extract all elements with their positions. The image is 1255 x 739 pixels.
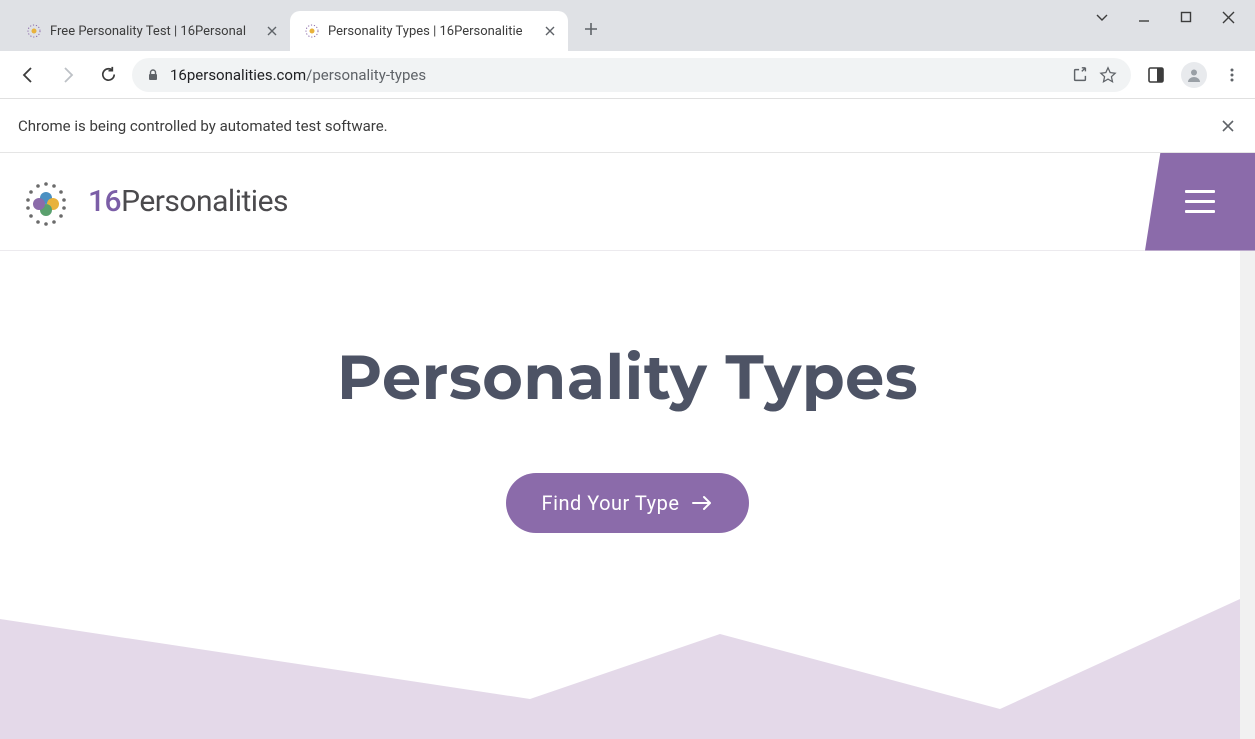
bookmark-star-icon[interactable] <box>1099 66 1117 84</box>
forward-button <box>52 59 84 91</box>
close-infobar-icon[interactable] <box>1219 117 1237 135</box>
page-title: Personality Types <box>0 339 1255 415</box>
logo-prefix: 16 <box>88 184 121 219</box>
address-toolbar: 16personalities.com/personality-types <box>0 51 1255 99</box>
tab-1[interactable]: Personality Types | 16Personalitie <box>290 11 568 51</box>
new-tab-button[interactable] <box>576 14 606 44</box>
find-your-type-button[interactable]: Find Your Type <box>506 473 750 533</box>
favicon-icon <box>26 23 42 39</box>
close-window-icon[interactable] <box>1219 8 1237 26</box>
page-viewport: 16Personalities Personality Types Find Y… <box>0 153 1255 739</box>
tab-0[interactable]: Free Personality Test | 16Personal <box>12 11 290 51</box>
minimize-window-icon[interactable] <box>1135 8 1153 26</box>
url-host: 16personalities.com <box>170 66 306 84</box>
window-controls <box>1093 0 1255 51</box>
tabs-container: Free Personality Test | 16Personal Perso… <box>0 11 1093 51</box>
close-tab-icon[interactable] <box>264 23 280 39</box>
browser-tab-strip: Free Personality Test | 16Personal Perso… <box>0 0 1255 51</box>
hero-section: Personality Types Find Your Type <box>0 251 1255 533</box>
close-tab-icon[interactable] <box>542 23 558 39</box>
toolbar-right <box>1139 62 1243 88</box>
maximize-window-icon[interactable] <box>1177 8 1195 26</box>
lock-icon <box>146 68 160 82</box>
chevron-down-icon[interactable] <box>1093 8 1111 26</box>
back-button[interactable] <box>12 59 44 91</box>
logo-name: Personalities <box>121 184 288 219</box>
profile-avatar-icon[interactable] <box>1181 62 1207 88</box>
site-header: 16Personalities <box>0 153 1255 251</box>
site-logo[interactable]: 16Personalities <box>18 174 288 230</box>
automation-infobar: Chrome is being controlled by automated … <box>0 99 1255 153</box>
cta-label: Find Your Type <box>542 491 680 515</box>
reload-button[interactable] <box>92 59 124 91</box>
kebab-menu-icon[interactable] <box>1221 64 1243 86</box>
arrow-right-icon <box>691 494 713 512</box>
infobar-message: Chrome is being controlled by automated … <box>18 117 388 135</box>
url-text: 16personalities.com/personality-types <box>170 66 1061 84</box>
tab-title: Personality Types | 16Personalitie <box>328 24 534 39</box>
logo-text: 16Personalities <box>88 184 288 219</box>
hamburger-menu-button[interactable] <box>1145 153 1255 251</box>
side-panel-icon[interactable] <box>1145 64 1167 86</box>
hero-wave-decoration <box>0 579 1240 739</box>
tab-title: Free Personality Test | 16Personal <box>50 24 256 39</box>
share-icon[interactable] <box>1071 66 1089 84</box>
hamburger-icon <box>1185 190 1215 213</box>
favicon-icon <box>304 23 320 39</box>
url-path: /personality-types <box>306 66 426 84</box>
address-bar[interactable]: 16personalities.com/personality-types <box>132 58 1131 92</box>
logo-mark-icon <box>18 174 74 230</box>
